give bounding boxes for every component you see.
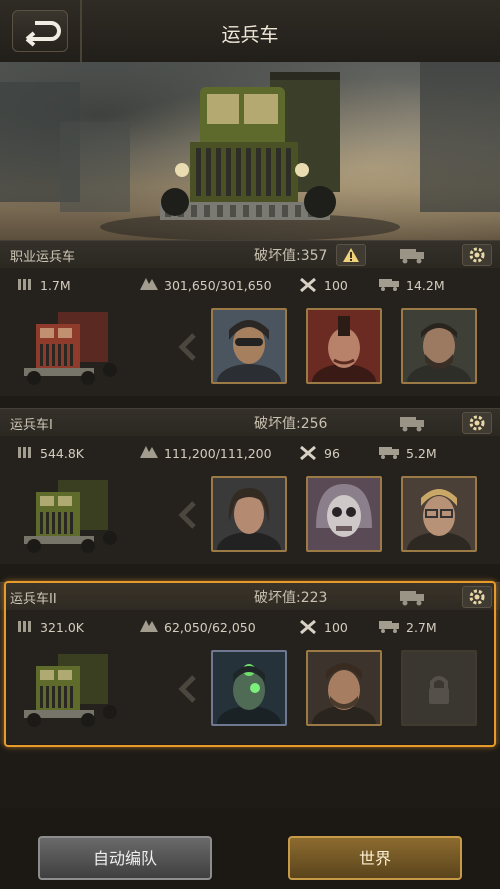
warning-icon	[343, 248, 359, 262]
chevron-left-icon	[178, 501, 196, 529]
repair-icon	[300, 277, 316, 293]
vehicle-row-1[interactable]: 1.7M 301,650/301,650 100 14.2M	[0, 268, 500, 396]
vehicle-header-1[interactable]: 职业运兵车 破坏值:357	[0, 240, 500, 269]
hero-portrait	[213, 310, 285, 382]
chevron-left-icon	[178, 675, 196, 703]
vehicle-name: 运兵车I	[10, 418, 53, 433]
vehicle-name: 职业运兵车	[10, 250, 76, 265]
cargo-icon	[379, 621, 399, 633]
lock-icon	[429, 676, 449, 704]
vehicle-name: 运兵车II	[10, 592, 57, 607]
vehicle-header-3[interactable]: 运兵车II 破坏值:223	[0, 582, 500, 611]
world-button[interactable]: 世界	[288, 836, 462, 880]
hero-slot[interactable]	[306, 308, 382, 384]
gear-icon	[469, 247, 485, 263]
ammo-value: 544.8K	[40, 446, 84, 461]
hero-portrait	[308, 310, 380, 382]
auto-formation-button[interactable]: 自动编队	[38, 836, 212, 880]
cargo-value: 5.2M	[406, 446, 437, 461]
hero-slot[interactable]	[306, 650, 382, 726]
damage-value: 破坏值:357	[254, 248, 328, 264]
repair-icon	[300, 445, 316, 461]
cargo-value: 14.2M	[406, 278, 445, 293]
ammo-icon	[18, 621, 31, 632]
hp-value: 111,200/111,200	[164, 446, 272, 461]
hero-slot[interactable]	[401, 308, 477, 384]
truck-thumbnail	[24, 654, 117, 727]
truck-status-icon[interactable]	[398, 245, 428, 265]
page-title: 运兵车	[221, 24, 279, 46]
repair-value: 96	[324, 446, 340, 461]
gear-icon	[469, 589, 485, 605]
hero-portrait	[213, 478, 285, 550]
featured-truck-image	[0, 62, 500, 240]
damage-value: 破坏值:256	[254, 416, 328, 432]
cargo-icon	[379, 279, 399, 291]
vehicle-banner	[0, 62, 500, 240]
hero-portrait	[308, 652, 380, 724]
hero-slot[interactable]	[211, 476, 287, 552]
ammo-value: 1.7M	[40, 278, 71, 293]
gear-icon	[469, 415, 485, 431]
hp-icon	[140, 278, 158, 290]
vehicle-row-2[interactable]: 544.8K 111,200/111,200 96 5.2M	[0, 436, 500, 564]
hp-icon	[140, 446, 158, 458]
cargo-value: 2.7M	[406, 620, 437, 635]
truck-status-icon[interactable]	[398, 587, 428, 607]
repair-value: 100	[324, 620, 348, 635]
hero-portrait	[403, 478, 475, 550]
hp-value: 301,650/301,650	[164, 278, 272, 293]
hero-slot-locked[interactable]	[401, 650, 477, 726]
hero-slot[interactable]	[211, 308, 287, 384]
truck-status-icon[interactable]	[398, 413, 428, 433]
vehicle-row-3[interactable]: 321.0K 62,050/62,050 100 2.7M	[0, 610, 500, 744]
hero-slot[interactable]	[306, 476, 382, 552]
repair-icon	[300, 619, 316, 635]
settings-button[interactable]	[462, 412, 492, 434]
ammo-icon	[18, 447, 31, 458]
hero-slot[interactable]	[211, 650, 287, 726]
vehicle-header-2[interactable]: 运兵车I 破坏值:256	[0, 408, 500, 437]
top-bar: 运兵车	[0, 0, 500, 64]
hero-portrait	[213, 652, 285, 724]
truck-thumbnail	[24, 312, 117, 385]
ammo-value: 321.0K	[40, 620, 84, 635]
truck-thumbnail	[24, 480, 117, 553]
cargo-icon	[379, 447, 399, 459]
settings-button[interactable]	[462, 586, 492, 608]
repair-value: 100	[324, 278, 348, 293]
chevron-left-icon	[178, 333, 196, 361]
hp-icon	[140, 620, 158, 632]
bottom-bar: 自动编队 世界	[0, 808, 500, 889]
ammo-icon	[18, 279, 31, 290]
warning-button[interactable]	[336, 244, 366, 266]
damage-value: 破坏值:223	[254, 590, 328, 606]
settings-button[interactable]	[462, 244, 492, 266]
hero-slot[interactable]	[401, 476, 477, 552]
hero-portrait	[308, 478, 380, 550]
hero-portrait	[403, 310, 475, 382]
hp-value: 62,050/62,050	[164, 620, 256, 635]
